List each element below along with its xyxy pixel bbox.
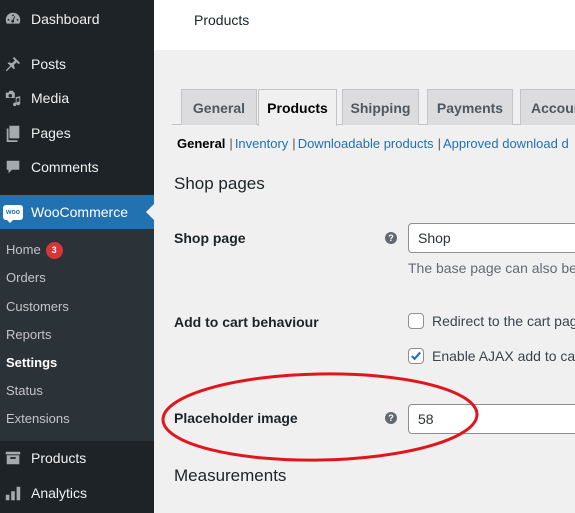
- woocommerce-submenu: Home 3 Orders Customers Reports Settings …: [0, 229, 154, 441]
- help-icon[interactable]: ?: [385, 232, 397, 244]
- sidebar-item-label: Media: [31, 90, 70, 106]
- dashboard-icon: [3, 9, 23, 29]
- shop-page-description: The base page can also be: [408, 260, 575, 276]
- checkmark-icon: [411, 351, 421, 361]
- submenu-item-status[interactable]: Status: [6, 381, 43, 401]
- sidebar-item-media[interactable]: Media: [0, 81, 154, 115]
- submenu-item-home[interactable]: Home 3: [6, 240, 63, 260]
- sidebar-item-comments[interactable]: Comments: [0, 150, 154, 184]
- shop-page-label: Shop page: [174, 230, 246, 246]
- submenu-item-extensions[interactable]: Extensions: [6, 409, 70, 429]
- sidebar-item-woocommerce[interactable]: woo WooCommerce: [0, 195, 154, 229]
- separator: |: [437, 136, 441, 151]
- sidebar-item-analytics[interactable]: Analytics: [0, 476, 154, 510]
- sidebar-item-label: Comments: [31, 159, 99, 175]
- sidebar-item-pages[interactable]: Pages: [0, 116, 154, 150]
- sidebar-item-label: Pages: [31, 125, 71, 141]
- enable-ajax-option[interactable]: Enable AJAX add to cart: [408, 348, 575, 364]
- media-icon: [3, 88, 23, 108]
- help-icon[interactable]: ?: [385, 412, 397, 424]
- archive-icon: [3, 448, 23, 468]
- enable-ajax-checkbox[interactable]: [408, 348, 424, 364]
- current-menu-arrow: [146, 204, 154, 220]
- bar-chart-icon: [3, 483, 23, 503]
- sidebar-item-label: WooCommerce: [31, 204, 128, 220]
- tab-general[interactable]: General: [181, 89, 257, 125]
- pages-icon: [3, 123, 23, 143]
- shop-pages-heading: Shop pages: [174, 174, 265, 193]
- add-to-cart-label: Add to cart behaviour: [174, 314, 319, 330]
- tab-accounts[interactable]: Accounts: [520, 89, 575, 125]
- tab-shipping[interactable]: Shipping: [342, 89, 419, 125]
- section-link-general[interactable]: General: [177, 136, 225, 151]
- page-title: Products: [194, 12, 250, 28]
- section-link-inventory[interactable]: Inventory: [235, 136, 288, 151]
- admin-sidebar: Dashboard Posts Media Pages Comments woo…: [0, 0, 154, 513]
- measurements-heading: Measurements: [174, 466, 287, 485]
- submenu-label: Home: [6, 242, 41, 257]
- sidebar-item-posts[interactable]: Posts: [0, 47, 154, 81]
- tab-payments[interactable]: Payments: [427, 89, 513, 125]
- separator: |: [292, 136, 296, 151]
- sidebar-item-label: Posts: [31, 56, 67, 72]
- checkbox-label: Redirect to the cart page: [432, 313, 575, 329]
- redirect-to-cart-option[interactable]: Redirect to the cart page: [408, 313, 575, 329]
- sidebar-item-products[interactable]: Products: [0, 441, 154, 475]
- section-link-downloadable-products[interactable]: Downloadable products: [298, 136, 434, 151]
- redirect-to-cart-checkbox[interactable]: [408, 313, 424, 329]
- sidebar-item-label: Analytics: [31, 485, 88, 501]
- separator: |: [229, 136, 233, 151]
- submenu-item-customers[interactable]: Customers: [6, 297, 69, 317]
- comment-icon: [3, 157, 23, 177]
- placeholder-image-label: Placeholder image: [174, 410, 298, 426]
- shop-page-select[interactable]: Shop: [408, 223, 575, 253]
- page-header: Products: [154, 0, 575, 50]
- notification-badge: 3: [45, 242, 63, 259]
- sidebar-item-label: Dashboard: [31, 11, 100, 27]
- sidebar-item-label: Products: [31, 450, 87, 466]
- settings-tabs: General Products Shipping Payments Accou…: [172, 89, 575, 126]
- submenu-item-settings[interactable]: Settings: [6, 353, 57, 373]
- pin-icon: [3, 54, 23, 74]
- section-links: General | Inventory | Downloadable products |…: [177, 136, 569, 151]
- checkbox-label: Enable AJAX add to cart: [432, 348, 575, 364]
- submenu-item-reports[interactable]: Reports: [6, 325, 52, 345]
- submenu-item-orders[interactable]: Orders: [6, 268, 46, 288]
- tab-products[interactable]: Products: [258, 89, 337, 126]
- woo-icon: woo: [3, 202, 23, 223]
- sidebar-item-dashboard[interactable]: Dashboard: [0, 2, 154, 36]
- placeholder-image-input[interactable]: 58: [408, 404, 575, 434]
- section-link-approved-download[interactable]: Approved download d: [443, 136, 569, 151]
